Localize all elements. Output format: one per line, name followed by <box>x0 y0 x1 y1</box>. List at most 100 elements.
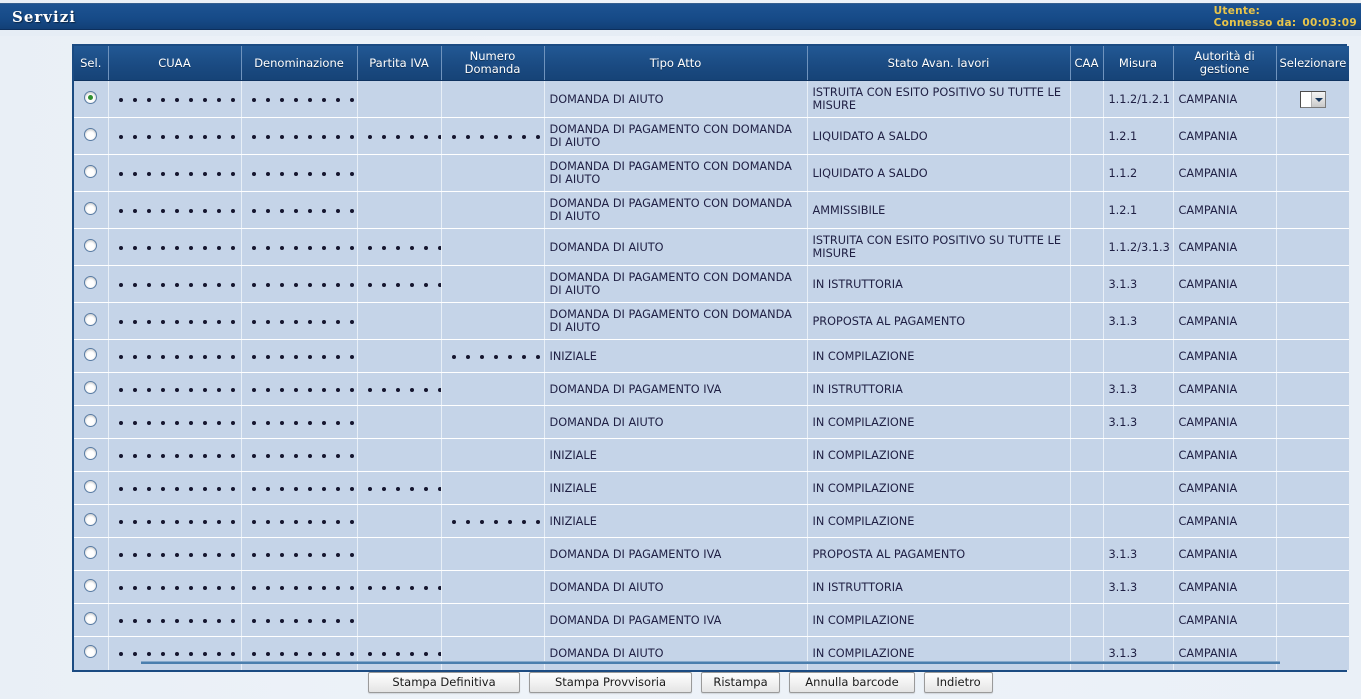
masked-value <box>447 132 544 142</box>
cell-caa <box>1070 504 1104 538</box>
column-header-selezionare: Selezionare <box>1276 46 1349 81</box>
row-select-cell[interactable] <box>74 80 109 118</box>
cell-cuaa <box>108 504 242 538</box>
cell-cuaa <box>108 372 242 406</box>
cell-selezionare[interactable] <box>1276 80 1349 118</box>
cell-numero-domanda <box>441 438 545 472</box>
row-radio-13[interactable] <box>84 546 98 559</box>
row-select-cell[interactable] <box>74 636 109 670</box>
cell-tipo-atto: DOMANDA DI PAGAMENTO CON DOMANDA DI AIUT… <box>544 117 808 155</box>
row-select-cell[interactable] <box>74 154 109 192</box>
indietro-button[interactable]: Indietro <box>924 672 993 693</box>
row-select-cell[interactable] <box>74 191 109 229</box>
footer-button-bar: Stampa Definitiva Stampa Provvisoria Rista… <box>0 672 1361 693</box>
cell-selezionare <box>1276 438 1349 472</box>
row-radio-7[interactable] <box>84 348 98 361</box>
masked-value <box>114 317 241 327</box>
row-radio-6[interactable] <box>84 313 98 326</box>
cell-autorita: CAMPANIA <box>1173 265 1277 303</box>
row-select-cell[interactable] <box>74 537 109 571</box>
cell-partita-iva <box>357 228 442 266</box>
cell-caa <box>1070 302 1104 340</box>
row-select-cell[interactable] <box>74 405 109 439</box>
row-select-cell[interactable] <box>74 471 109 505</box>
row-select-cell[interactable] <box>74 438 109 472</box>
row-radio-5[interactable] <box>84 276 98 289</box>
cell-stato: ISTRUITA CON ESITO POSITIVO SU TUTTE LE … <box>807 80 1071 118</box>
cell-tipo-atto: INIZIALE <box>544 339 808 373</box>
cell-numero-domanda <box>441 302 545 340</box>
cell-numero-domanda <box>441 228 545 266</box>
cell-cuaa <box>108 117 242 155</box>
row-radio-14[interactable] <box>84 579 98 592</box>
cell-autorita: CAMPANIA <box>1173 372 1277 406</box>
row-select-cell[interactable] <box>74 504 109 538</box>
cell-selezionare <box>1276 537 1349 571</box>
row-radio-15[interactable] <box>84 612 98 625</box>
cell-selezionare <box>1276 636 1349 670</box>
cell-stato: IN COMPILAZIONE <box>807 438 1071 472</box>
cell-misura <box>1103 438 1174 472</box>
row-radio-16[interactable] <box>84 645 98 659</box>
row-radio-2[interactable] <box>84 165 98 178</box>
row-radio-10[interactable] <box>84 447 98 460</box>
table-body: DOMANDA DI AIUTO ISTRUITA CON ESITO POSIT… <box>74 80 1349 670</box>
cell-misura: 1.2.1 <box>1103 191 1174 229</box>
cell-selezionare <box>1276 117 1349 155</box>
row-radio-8[interactable] <box>84 381 98 394</box>
table-row: INIZIALE IN COMPILAZIONE CAMPANIA <box>74 471 1349 505</box>
cell-tipo-atto: INIZIALE <box>544 504 808 538</box>
masked-value <box>363 484 440 494</box>
selezionare-dropdown[interactable] <box>1299 90 1326 108</box>
cell-misura: 3.1.3 <box>1103 302 1174 340</box>
row-select-cell[interactable] <box>74 603 109 637</box>
masked-value <box>114 451 241 461</box>
row-radio-1[interactable] <box>84 128 98 141</box>
cell-misura: 3.1.3 <box>1103 405 1174 439</box>
row-select-cell[interactable] <box>74 570 109 604</box>
masked-value <box>114 169 241 179</box>
table-row: DOMANDA DI AIUTO ISTRUITA CON ESITO POSIT… <box>74 80 1349 118</box>
ristampa-button[interactable]: Ristampa <box>701 672 780 693</box>
row-radio-3[interactable] <box>84 202 98 215</box>
row-radio-4[interactable] <box>84 239 98 252</box>
row-radio-12[interactable] <box>84 513 98 526</box>
cell-cuaa <box>108 471 242 505</box>
masked-value <box>114 649 241 659</box>
stampa-definitiva-button[interactable]: Stampa Definitiva <box>368 672 520 693</box>
cell-selezionare <box>1276 154 1349 192</box>
cell-selezionare <box>1276 471 1349 505</box>
cell-numero-domanda <box>441 537 545 571</box>
cell-misura: 1.1.2/3.1.3 <box>1103 228 1174 266</box>
masked-value <box>247 95 357 105</box>
cell-stato: IN COMPILAZIONE <box>807 603 1071 637</box>
masked-value <box>247 517 357 527</box>
cell-tipo-atto: DOMANDA DI PAGAMENTO IVA <box>544 603 808 637</box>
masked-value <box>247 169 357 179</box>
annulla-barcode-button[interactable]: Annulla barcode <box>789 672 915 693</box>
cell-misura: 3.1.3 <box>1103 372 1174 406</box>
masked-value <box>247 418 357 428</box>
masked-value <box>247 583 357 593</box>
row-select-cell[interactable] <box>74 265 109 303</box>
row-radio-11[interactable] <box>84 480 98 493</box>
cell-stato: PROPOSTA AL PAGAMENTO <box>807 302 1071 340</box>
row-select-cell[interactable] <box>74 372 109 406</box>
cell-misura: 3.1.3 <box>1103 537 1174 571</box>
masked-value <box>114 352 241 362</box>
row-radio-9[interactable] <box>84 414 98 427</box>
row-select-cell[interactable] <box>74 339 109 373</box>
table-row: DOMANDA DI AIUTO ISTRUITA CON ESITO POSIT… <box>74 228 1349 266</box>
row-select-cell[interactable] <box>74 117 109 155</box>
row-radio-0[interactable] <box>84 91 98 104</box>
stampa-provvisoria-button[interactable]: Stampa Provvisoria <box>529 672 692 693</box>
cell-stato: IN COMPILAZIONE <box>807 405 1071 439</box>
table-row: DOMANDA DI PAGAMENTO CON DOMANDA DI AIUT… <box>74 117 1349 155</box>
row-select-cell[interactable] <box>74 228 109 266</box>
cell-misura: 3.1.3 <box>1103 265 1174 303</box>
table-row: DOMANDA DI AIUTO IN COMPILAZIONE 3.1.3 CAMP… <box>74 636 1349 670</box>
results-table-container: Sel. CUAA Denominazione Partita IVA Nume… <box>72 44 1349 672</box>
cell-selezionare <box>1276 504 1349 538</box>
row-select-cell[interactable] <box>74 302 109 340</box>
cell-selezionare <box>1276 191 1349 229</box>
